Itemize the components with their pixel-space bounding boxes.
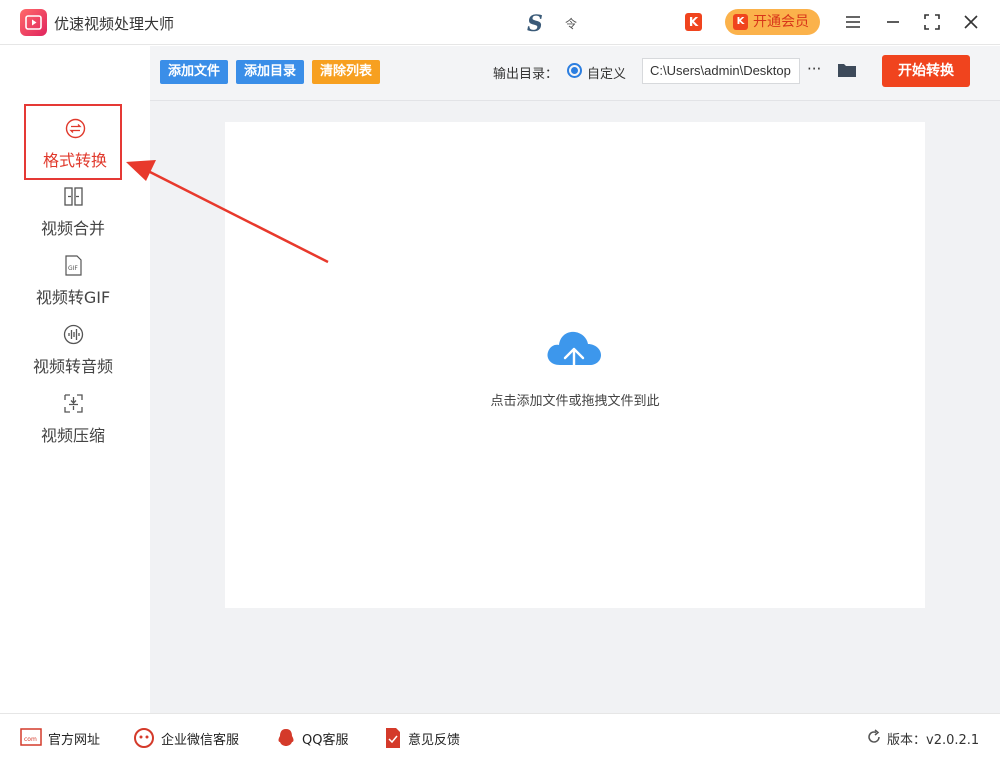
main-panel: 添加文件 添加目录 清除列表 输出目录： 自定义 C:\Users\admin\… [150,46,1000,713]
file-dropzone[interactable]: 点击添加文件或拖拽文件到此 [225,122,925,608]
gif-icon: GIF [65,255,82,276]
feedback-icon [386,728,400,748]
app-logo-icon [20,9,47,36]
dropzone-hint: 点击添加文件或拖拽文件到此 [490,394,660,409]
refresh-icon[interactable] [866,729,882,745]
format-convert-icon [65,118,86,139]
svg-text:com: com [24,736,37,743]
app-title: 优速视频处理大师 [54,15,175,33]
cloud-upload-icon [547,331,601,381]
output-path-input[interactable]: C:\Users\admin\Desktop [642,58,800,84]
qq-support-link[interactable]: QQ客服 [302,729,348,748]
k-badge-icon[interactable]: K [685,13,702,31]
sidebar-item-video-to-gif[interactable]: GIF 视频转GIF [24,243,122,319]
wechat-support-link[interactable]: 企业微信客服 [161,729,239,748]
minimize-icon[interactable] [881,10,905,34]
footer: com 官方网址 企业微信客服 QQ客服 意见反馈 版本：v2.0.2.1 [0,713,1000,760]
start-convert-button[interactable]: 开始转换 [882,55,970,87]
sidebar-item-label: 视频压缩 [40,426,105,445]
menu-icon[interactable] [841,10,865,34]
toolbar: 添加文件 添加目录 清除列表 输出目录： 自定义 C:\Users\admin\… [150,46,1000,101]
more-options-icon[interactable]: ··· [807,60,821,78]
compress-icon [64,394,83,413]
custom-radio[interactable] [567,63,582,78]
folder-icon[interactable] [837,62,857,78]
add-file-button[interactable]: 添加文件 [160,60,229,84]
website-icon: com [20,728,42,746]
add-folder-button[interactable]: 添加目录 [236,60,305,84]
version-label: 版本：v2.0.2.1 [887,733,980,748]
qq-icon [278,729,294,746]
sidebar-item-format-convert[interactable]: 格式转换 [24,104,122,180]
output-dir-label: 输出目录： [493,67,559,82]
title-center-text: 令 [565,17,578,31]
maximize-icon[interactable] [920,10,944,34]
sidebar-item-label: 视频合并 [40,219,105,238]
svg-text:GIF: GIF [68,265,78,272]
vip-button-label: 开通会员 [753,14,809,30]
sidebar-item-video-compress[interactable]: 视频压缩 [24,381,122,457]
sidebar-item-label: 格式转换 [42,151,107,170]
video-merge-icon [64,187,83,206]
vip-k-icon: K [733,14,748,30]
sidebar-item-video-to-audio[interactable]: 视频转音频 [24,312,122,388]
vip-button[interactable]: K 开通会员 [725,9,820,35]
title-center-logo: S 令 [527,11,587,37]
s-logo-icon: S [527,11,543,37]
title-bar: 优速视频处理大师 S 令 K K 开通会员 [0,0,1000,45]
sidebar-item-video-merge[interactable]: 视频合并 [24,174,122,250]
website-link[interactable]: 官方网址 [48,729,100,748]
wechat-icon [134,728,154,748]
sidebar: 格式转换 视频合并 GIF 视频转GIF 视频转音频 视频压缩 [0,46,150,713]
audio-icon [63,324,84,345]
sidebar-item-label: 视频转GIF [35,288,111,307]
sidebar-item-label: 视频转音频 [32,357,113,376]
custom-radio-label[interactable]: 自定义 [587,63,626,82]
close-icon[interactable] [959,10,983,34]
feedback-link[interactable]: 意见反馈 [408,729,460,748]
clear-list-button[interactable]: 清除列表 [312,60,381,84]
